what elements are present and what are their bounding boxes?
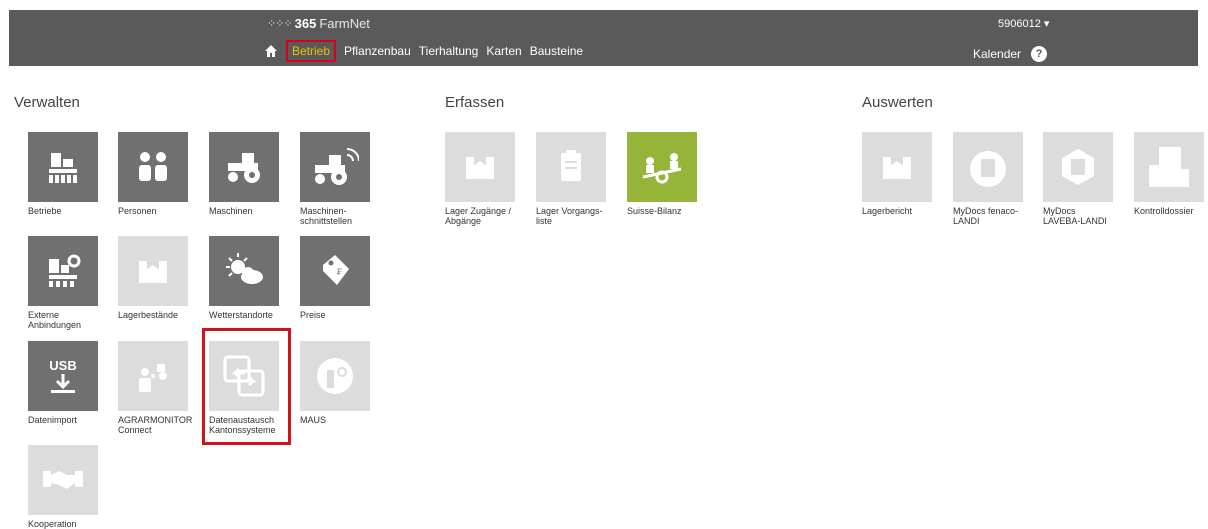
tile-label: Wetterstandorte bbox=[209, 310, 273, 320]
tile-maus[interactable]: MAUS bbox=[300, 341, 370, 425]
clipboard-icon bbox=[536, 132, 606, 202]
usb-label: USB bbox=[49, 358, 76, 373]
tile-mydocs-laveba[interactable]: MyDocs LAVEBA-LANDI bbox=[1043, 132, 1113, 226]
tile-label: Maschinen bbox=[209, 206, 253, 216]
section-title-verwalten: Verwalten bbox=[14, 94, 80, 111]
tile-label: Personen bbox=[118, 206, 157, 216]
tile-label: Datenimport bbox=[28, 415, 78, 425]
tile-label: Lager Zugänge / Abgänge bbox=[445, 206, 512, 226]
tile-lager-vorgangsliste[interactable]: Lager Vorgangs- liste bbox=[536, 132, 606, 226]
brand-logo[interactable]: ⁘⁘⁘ 365 FarmNet bbox=[267, 16, 370, 31]
people-icon bbox=[118, 132, 188, 202]
tile-kontrolldossier[interactable]: Kontrolldossier bbox=[1134, 132, 1204, 216]
price-tag-icon: ₣ bbox=[300, 236, 370, 306]
handshake-icon bbox=[28, 445, 98, 515]
tile-lager-zugaenge[interactable]: Lager Zugänge / Abgänge bbox=[445, 132, 515, 226]
tile-label: Kooperation bbox=[28, 519, 77, 529]
tile-label: Maschinen- schnittstellen bbox=[300, 206, 353, 226]
highlight-frame bbox=[202, 328, 291, 445]
tile-datenimport[interactable]: USB Datenimport bbox=[28, 341, 98, 425]
user-menu[interactable]: 5906012 ▾ bbox=[998, 17, 1049, 30]
tractor-icon bbox=[209, 132, 279, 202]
tile-lagerbericht[interactable]: Lagerbericht bbox=[862, 132, 932, 216]
tractor-signal-icon bbox=[300, 132, 370, 202]
brand-name-rest: FarmNet bbox=[319, 16, 370, 31]
tile-label: Externe Anbindungen bbox=[28, 310, 82, 330]
tile-label: Betriebe bbox=[28, 206, 62, 216]
tile-label: Kontrolldossier bbox=[1134, 206, 1194, 216]
balance-seesaw-icon bbox=[627, 132, 697, 202]
logo-mark-icon: ⁘⁘⁘ bbox=[267, 18, 293, 30]
svg-text:₣: ₣ bbox=[337, 267, 342, 277]
calendar-area: Kalender ? bbox=[973, 46, 1048, 62]
tile-maschinen-schnittstellen[interactable]: Maschinen- schnittstellen bbox=[300, 132, 370, 226]
section-title-erfassen: Erfassen bbox=[445, 94, 505, 111]
tile-label: AGRARMONITOR Connect bbox=[118, 415, 193, 435]
home-icon[interactable] bbox=[264, 44, 278, 58]
maus-logo-icon bbox=[300, 341, 370, 411]
farm-buildings-icon bbox=[28, 132, 98, 202]
tile-label: Suisse-Bilanz bbox=[627, 206, 682, 216]
nav-betrieb[interactable]: Betrieb bbox=[285, 40, 337, 62]
person-tractor-icon bbox=[118, 341, 188, 411]
calendar-link[interactable]: Kalender bbox=[973, 47, 1021, 61]
tile-agrarmonitor[interactable]: AGRARMONITOR Connect bbox=[118, 341, 192, 435]
tile-mydocs-fenaco[interactable]: MyDocs fenaco- LANDI bbox=[953, 132, 1023, 226]
tile-preise[interactable]: ₣ Preise bbox=[300, 236, 370, 320]
folder-icon bbox=[1134, 132, 1204, 202]
brand-name-bold: 365 bbox=[294, 16, 317, 31]
document-icon bbox=[953, 132, 1023, 202]
tile-betriebe[interactable]: Betriebe bbox=[28, 132, 98, 216]
tile-kooperation[interactable]: Kooperation bbox=[28, 445, 98, 529]
section-title-auswerten: Auswerten bbox=[862, 94, 933, 111]
nav-pflanzenbau[interactable]: Pflanzenbau bbox=[344, 44, 411, 58]
tile-suisse-bilanz[interactable]: Suisse-Bilanz bbox=[627, 132, 697, 216]
tile-label: Lager Vorgangs- liste bbox=[536, 206, 603, 226]
help-icon[interactable]: ? bbox=[1031, 46, 1048, 62]
document-icon bbox=[1043, 132, 1113, 202]
silo-icon bbox=[862, 132, 932, 202]
usb-import-icon: USB bbox=[28, 341, 98, 411]
tile-wetterstandorte[interactable]: Wetterstandorte bbox=[209, 236, 279, 320]
tile-label: MAUS bbox=[300, 415, 327, 425]
tile-label: MyDocs LAVEBA-LANDI bbox=[1043, 206, 1107, 226]
tile-externe-anbindungen[interactable]: Externe Anbindungen bbox=[28, 236, 98, 330]
nav-karten[interactable]: Karten bbox=[486, 44, 521, 58]
main-nav: Betrieb Pflanzenbau Tierhaltung Karten B… bbox=[264, 40, 591, 62]
farm-gear-icon bbox=[28, 236, 98, 306]
tile-maschinen[interactable]: Maschinen bbox=[209, 132, 279, 216]
nav-bausteine[interactable]: Bausteine bbox=[530, 44, 583, 58]
nav-tierhaltung[interactable]: Tierhaltung bbox=[419, 44, 479, 58]
tile-lagerbestaende[interactable]: Lagerbestände bbox=[118, 236, 188, 320]
silo-icon bbox=[445, 132, 515, 202]
tile-personen[interactable]: Personen bbox=[118, 132, 188, 216]
tile-label: Lagerbericht bbox=[862, 206, 913, 216]
tile-label: MyDocs fenaco- LANDI bbox=[953, 206, 1019, 226]
silo-icon bbox=[118, 236, 188, 306]
weather-icon bbox=[209, 236, 279, 306]
top-bar: ⁘⁘⁘ 365 FarmNet Betrieb Pflanzenbau Tierh… bbox=[9, 10, 1198, 66]
tile-label: Lagerbestände bbox=[118, 310, 179, 320]
tile-label: Preise bbox=[300, 310, 326, 320]
